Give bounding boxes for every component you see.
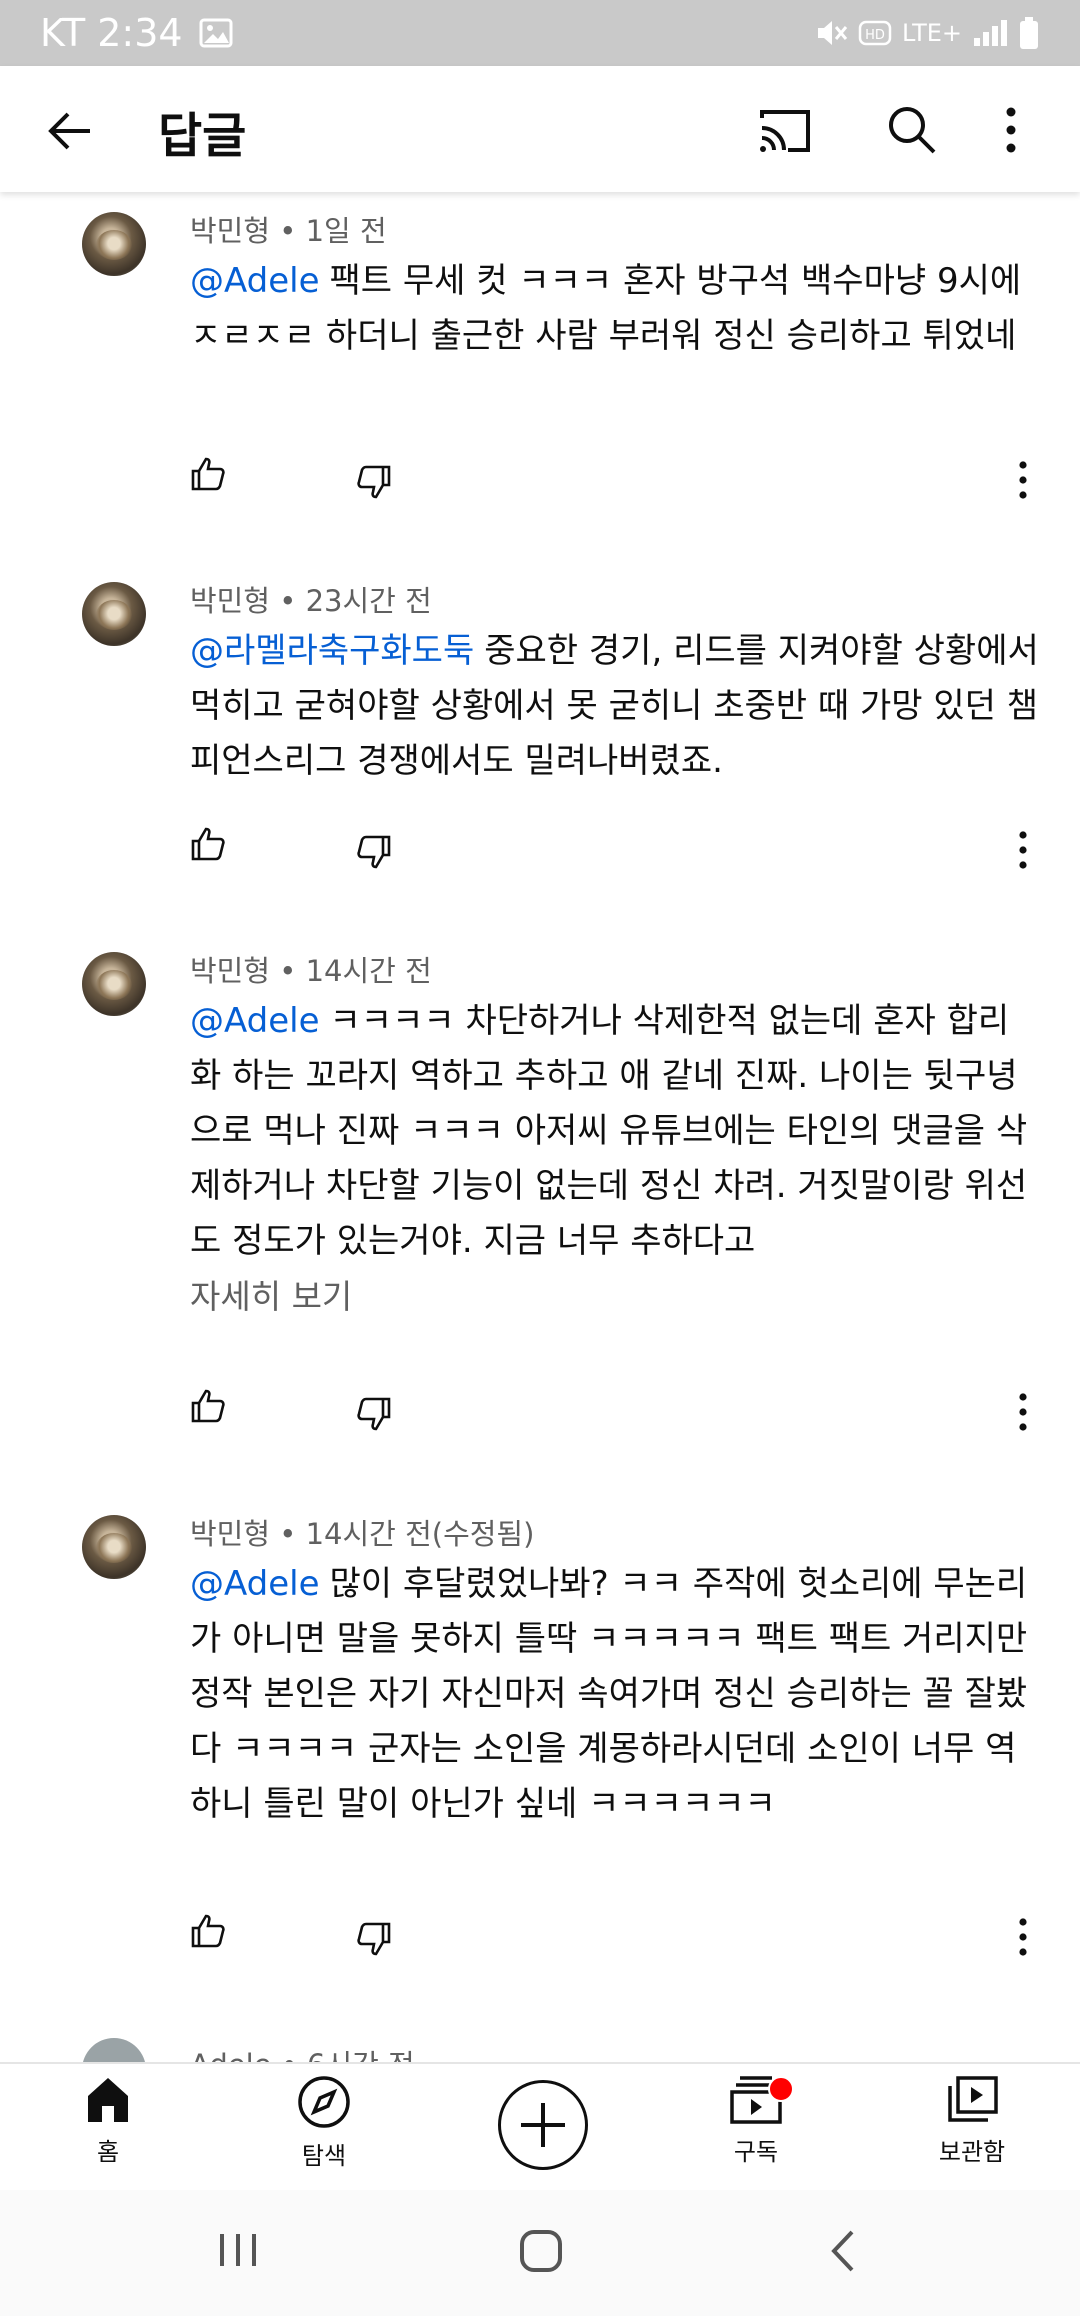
like-icon[interactable]: [190, 826, 226, 866]
meta-separator: •: [279, 1517, 306, 1551]
more-options-icon[interactable]: [1004, 104, 1018, 160]
explore-icon: [298, 2076, 350, 2128]
like-icon[interactable]: [190, 1913, 226, 1953]
nav-home[interactable]: 홈: [38, 2074, 178, 2167]
comment-menu-icon[interactable]: [1018, 460, 1028, 504]
comment-author: 박민형: [190, 214, 271, 248]
status-bar: KT 2:34 HD LTE+: [0, 0, 1080, 66]
home-icon: [88, 2078, 128, 2122]
back-button-icon[interactable]: [826, 2228, 860, 2278]
nav-library[interactable]: 보관함: [902, 2074, 1042, 2167]
comment-menu-icon[interactable]: [1018, 830, 1028, 874]
avatar[interactable]: [82, 1515, 146, 1579]
comment-actions: [0, 826, 1080, 886]
reply-comment: 박민형 • 14시간 전(수정됨) @Adele 많이 후달렸었나봐? ㅋㅋ 주작…: [0, 1495, 1080, 2025]
reply-comment: 박민형 • 23시간 전 @라멜라축구화도둑 중요한 경기, 리드를 지켜야할 상…: [0, 562, 1080, 932]
recent-apps-icon[interactable]: [216, 2228, 260, 2276]
bottom-navigation: 홈 탐색 구독 보관함: [0, 2062, 1080, 2192]
dislike-icon[interactable]: [356, 464, 392, 504]
avatar[interactable]: [82, 212, 146, 276]
page-title: 답글: [158, 108, 247, 164]
mention-link[interactable]: @Adele: [190, 1001, 320, 1041]
avatar[interactable]: [82, 952, 146, 1016]
mention-link[interactable]: @Adele: [190, 1564, 320, 1604]
like-icon[interactable]: [190, 1388, 226, 1428]
nav-explore[interactable]: 탐색: [254, 2074, 394, 2171]
comment-menu-icon[interactable]: [1018, 1917, 1028, 1961]
comment-time: 14시간 전: [305, 954, 432, 988]
comment-time: 23시간 전: [305, 584, 432, 618]
new-content-badge: [768, 2076, 794, 2102]
dislike-icon[interactable]: [356, 1921, 392, 1961]
comment-time: 6시간 전: [307, 2048, 415, 2062]
nav-subscriptions[interactable]: 구독: [686, 2074, 826, 2167]
comment-actions: [0, 1388, 1080, 1448]
signal-icon: [972, 18, 1008, 48]
status-time: KT 2:34: [40, 11, 183, 55]
comment-author: 박민형: [190, 1517, 271, 1551]
svg-text:HD: HD: [865, 28, 885, 43]
dislike-icon[interactable]: [356, 834, 392, 874]
battery-icon: [1018, 16, 1040, 50]
network-label: LTE+: [902, 19, 962, 47]
cast-icon[interactable]: [756, 106, 814, 160]
meta-separator: •: [279, 214, 306, 248]
comment-menu-icon[interactable]: [1018, 1392, 1028, 1436]
back-arrow-icon[interactable]: [44, 104, 98, 158]
reply-comment: 박민형 • 14시간 전 @Adele ㅋㅋㅋㅋ 차단하거나 삭제한적 없는데 혼…: [0, 932, 1080, 1495]
comment-author: 박민형: [190, 584, 271, 618]
avatar[interactable]: [82, 582, 146, 646]
comment-actions: [0, 1913, 1080, 1973]
avatar[interactable]: [82, 2038, 146, 2062]
nav-home-label: 홈: [96, 2138, 120, 2166]
read-more-link[interactable]: 자세히 보기: [190, 1270, 352, 1318]
app-bar: 답글: [0, 66, 1080, 192]
comment-meta: 박민형 • 14시간 전(수정됨): [190, 1511, 534, 1553]
system-navigation-bar: [0, 2190, 1080, 2316]
comment-meta: 박민형 • 1일 전: [190, 208, 387, 250]
hd-icon: HD: [858, 18, 892, 48]
comment-meta: Adele • 6시간 전: [190, 2042, 415, 2062]
meta-separator: •: [281, 2048, 307, 2062]
meta-separator: •: [279, 954, 306, 988]
comment-text: @Adele 팩트 무세 컷 ㅋㅋㅋ 혼자 방구석 백수마냥 9시에 ㅈㄹㅈㄹ 하…: [190, 254, 1040, 364]
gallery-notification-icon: [199, 18, 233, 48]
comment-time: 1일 전: [305, 214, 387, 248]
comment-text: @라멜라축구화도둑 중요한 경기, 리드를 지켜야할 상황에서 먹히고 굳혀야할 …: [190, 624, 1040, 789]
comment-time: 14시간 전(수정됨): [305, 1517, 535, 1551]
comment-author: Adele: [190, 2048, 271, 2062]
comment-actions: [0, 456, 1080, 516]
comment-text: @Adele ㅋㅋㅋㅋ 차단하거나 삭제한적 없는데 혼자 합리화 하는 꼬라지 …: [190, 994, 1040, 1269]
nav-explore-label: 탐색: [301, 2142, 347, 2170]
home-button-icon[interactable]: [518, 2228, 564, 2278]
search-icon[interactable]: [886, 104, 938, 160]
mention-link[interactable]: @Adele: [190, 261, 320, 301]
mute-icon: [814, 17, 848, 49]
nav-subscriptions-label: 구독: [733, 2138, 779, 2166]
replies-list: 박민형 • 1일 전 @Adele 팩트 무세 컷 ㅋㅋㅋ 혼자 방구석 백수마냥…: [0, 192, 1080, 2062]
mention-link[interactable]: @라멜라축구화도둑: [190, 631, 474, 671]
like-icon[interactable]: [190, 456, 226, 496]
comment-author: 박민형: [190, 954, 271, 988]
comment-text: @Adele 많이 후달렸었나봐? ㅋㅋ 주작에 헛소리에 무논리가 아니면 말을…: [190, 1557, 1040, 1832]
meta-separator: •: [279, 584, 306, 618]
create-icon[interactable]: [498, 2080, 588, 2170]
comment-meta: 박민형 • 14시간 전: [190, 948, 432, 990]
reply-comment-partial: Adele • 6시간 전: [0, 2036, 1080, 2062]
nav-library-label: 보관함: [938, 2138, 1006, 2166]
library-icon: [948, 2076, 998, 2122]
comment-meta: 박민형 • 23시간 전: [190, 578, 432, 620]
reply-comment: 박민형 • 1일 전 @Adele 팩트 무세 컷 ㅋㅋㅋ 혼자 방구석 백수마냥…: [0, 192, 1080, 562]
dislike-icon[interactable]: [356, 1396, 392, 1436]
